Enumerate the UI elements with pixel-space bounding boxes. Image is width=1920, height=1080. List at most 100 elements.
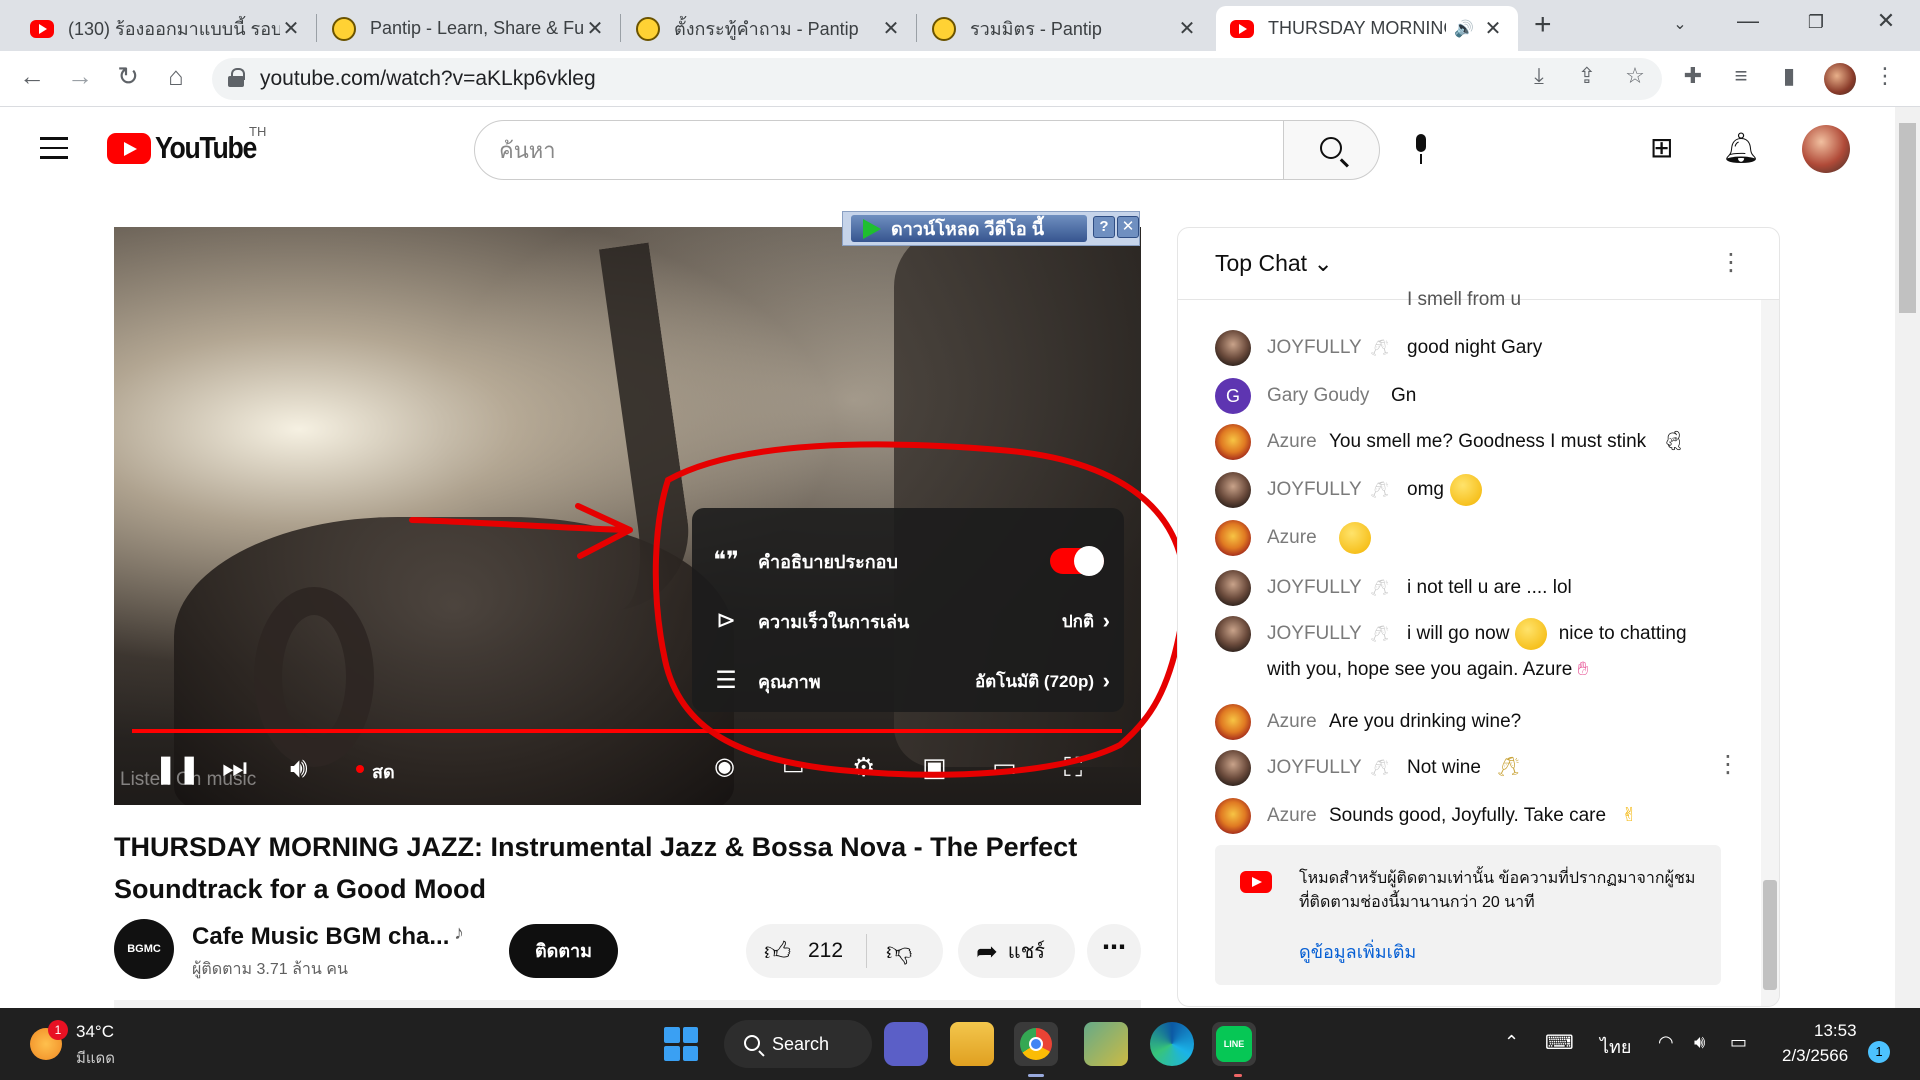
search-button[interactable] (1284, 120, 1380, 180)
tab-close-icon[interactable]: ✕ (280, 16, 302, 41)
chat-author[interactable]: JOYFULLY 🥂︎ (1267, 750, 1390, 787)
miniplayer-icon[interactable]: ▣ (922, 752, 947, 783)
line-app-icon[interactable]: LINE (1212, 1022, 1256, 1066)
download-help-icon[interactable]: ? (1093, 216, 1115, 238)
share-button[interactable]: ➦ แชร์ (958, 924, 1075, 978)
browser-tab[interactable]: (130) ร้องออกมาแบบนี้ รอบนี้ ✕ (16, 6, 316, 51)
weather-temp[interactable]: 34°C (76, 1022, 114, 1042)
new-tab-button[interactable]: + (1534, 8, 1552, 42)
like-count[interactable]: 212 (808, 939, 843, 963)
chevron-up-icon[interactable]: ⌃ (1504, 1032, 1519, 1053)
windows-start-icon[interactable] (664, 1027, 698, 1061)
chat-author[interactable]: Azure (1267, 798, 1317, 834)
keyboard-icon[interactable]: ⌨ (1545, 1030, 1574, 1055)
reload-icon[interactable]: ↻ (110, 61, 146, 92)
paint-icon[interactable] (1084, 1022, 1128, 1066)
chat-author[interactable]: Azure (1267, 520, 1317, 556)
thumbs-up-icon[interactable]: 👍︎ (764, 936, 791, 967)
captions-toggle[interactable] (1050, 546, 1104, 576)
azure-avatar[interactable] (1215, 704, 1251, 740)
taskbar-search[interactable]: Search (724, 1020, 872, 1068)
browser-tab-active[interactable]: THURSDAY MORNING 🔊 ✕ (1216, 6, 1518, 51)
menu-icon[interactable] (40, 137, 68, 159)
channel-name[interactable]: Cafe Music BGM cha... (192, 923, 449, 951)
progress-bar[interactable] (132, 729, 1122, 733)
notification-badge[interactable]: 1 (1868, 1041, 1890, 1063)
joyfully-avatar[interactable] (1215, 750, 1251, 786)
notifications-bell-icon[interactable]: 🔔︎ (1722, 131, 1760, 166)
tab-search-icon[interactable]: ⌄ (1660, 14, 1700, 34)
browser-tab[interactable]: ตั้งกระทู้คำถาม - Pantip ✕ (622, 6, 916, 51)
download-video-button[interactable]: ดาวน์โหลด วีดีโอ นี้ (851, 215, 1087, 242)
chat-author[interactable]: Gary Goudy (1267, 378, 1369, 414)
settings-quality-row[interactable]: ☰ คุณภาพ อัตโนมัติ (720p) › (692, 651, 1124, 711)
subtitles-icon[interactable]: ▭ (782, 752, 805, 781)
edge-icon[interactable] (1150, 1022, 1194, 1066)
more-actions-button[interactable]: ⋯ (1087, 924, 1141, 978)
clock-date[interactable]: 2/3/2566 (1782, 1046, 1848, 1066)
file-explorer-icon[interactable] (950, 1022, 994, 1066)
chat-options-icon[interactable]: ⋮ (1719, 248, 1743, 277)
gary-avatar[interactable]: G (1215, 378, 1251, 414)
page-scroll-thumb[interactable] (1899, 123, 1916, 313)
clock-time[interactable]: 13:53 (1814, 1021, 1857, 1041)
minimize-icon[interactable]: — (1728, 8, 1768, 34)
weather-desc[interactable]: มีแดด (76, 1046, 115, 1070)
azure-avatar[interactable] (1215, 520, 1251, 556)
extensions-icon[interactable]: ✚ (1676, 63, 1710, 89)
back-icon[interactable]: ← (14, 61, 50, 92)
search-input[interactable]: ค้นหา (474, 120, 1284, 180)
user-avatar[interactable] (1802, 125, 1850, 173)
theater-mode-icon[interactable]: ▭ (992, 752, 1017, 783)
browser-profile-avatar[interactable] (1824, 63, 1856, 95)
azure-avatar[interactable] (1215, 424, 1251, 460)
chat-author[interactable]: JOYFULLY 🥂︎ (1267, 570, 1390, 607)
tab-close-icon[interactable]: ✕ (1482, 16, 1504, 41)
tab-close-icon[interactable]: ✕ (1176, 16, 1198, 41)
browser-tab[interactable]: รวมมิตร - Pantip ✕ (918, 6, 1212, 51)
wifi-icon[interactable]: ◠ (1658, 1032, 1674, 1053)
create-video-icon[interactable]: ⊞ (1650, 131, 1673, 164)
bookmark-star-icon[interactable]: ☆ (1618, 63, 1652, 89)
tab-close-icon[interactable]: ✕ (584, 16, 606, 41)
teams-icon[interactable] (884, 1022, 928, 1066)
channel-avatar[interactable]: BGMC (114, 919, 174, 979)
chat-author[interactable]: JOYFULLY 🥂︎ (1267, 472, 1390, 509)
fullscreen-icon[interactable]: ⛶ (1064, 752, 1082, 784)
home-icon[interactable]: ⌂ (158, 61, 194, 92)
media-control-icon[interactable]: ≡ (1724, 63, 1758, 89)
share-page-icon[interactable]: ⇪ (1570, 63, 1604, 89)
volume-icon[interactable]: 🔊︎ (290, 752, 308, 785)
learn-more-link[interactable]: ดูข้อมูลเพิ่มเติม (1299, 937, 1416, 966)
audio-playing-icon[interactable]: 🔊 (1454, 19, 1474, 39)
side-panel-icon[interactable]: ▮ (1772, 63, 1806, 89)
settings-captions-row[interactable]: ❝❞ คำอธิบายประกอบ (692, 531, 1124, 591)
azure-avatar[interactable] (1215, 798, 1251, 834)
forward-icon[interactable]: → (62, 61, 98, 92)
page-scrollbar[interactable] (1895, 107, 1920, 1008)
chat-author[interactable]: JOYFULLY 🥂︎ (1267, 330, 1390, 367)
message-options-icon[interactable]: ⋮ (1716, 750, 1740, 779)
chat-mode-dropdown[interactable]: Top Chat ⌄ (1215, 250, 1333, 277)
settings-gear-icon[interactable]: ⚙ (852, 752, 875, 783)
joyfully-avatar[interactable] (1215, 616, 1251, 652)
joyfully-avatar[interactable] (1215, 330, 1251, 366)
address-bar[interactable]: youtube.com/watch?v=aKLkp6vkleg (212, 58, 1662, 100)
speaker-icon[interactable]: 🔊︎ (1694, 1032, 1705, 1053)
restore-icon[interactable]: ❐ (1796, 12, 1836, 33)
chat-author[interactable]: Azure (1267, 424, 1317, 460)
chat-scrollbar[interactable] (1761, 300, 1779, 1006)
pause-icon[interactable]: ❚❚ (154, 752, 201, 785)
battery-icon[interactable]: ▭ (1730, 1032, 1747, 1053)
joyfully-avatar[interactable] (1215, 472, 1251, 508)
microphone-icon[interactable] (1412, 134, 1430, 166)
tab-close-icon[interactable]: ✕ (880, 16, 902, 41)
chat-author[interactable]: Azure (1267, 704, 1317, 740)
chat-scroll-thumb[interactable] (1763, 880, 1777, 990)
install-icon[interactable]: ⤓ (1522, 63, 1556, 89)
next-icon[interactable]: ⏭ (222, 752, 247, 785)
joyfully-avatar[interactable] (1215, 570, 1251, 606)
settings-speed-row[interactable]: ⊳ ความเร็วในการเล่น ปกติ › (692, 591, 1124, 651)
browser-tab[interactable]: Pantip - Learn, Share & Fun ✕ (318, 6, 620, 51)
chat-author[interactable]: JOYFULLY 🥂︎ (1267, 616, 1390, 653)
